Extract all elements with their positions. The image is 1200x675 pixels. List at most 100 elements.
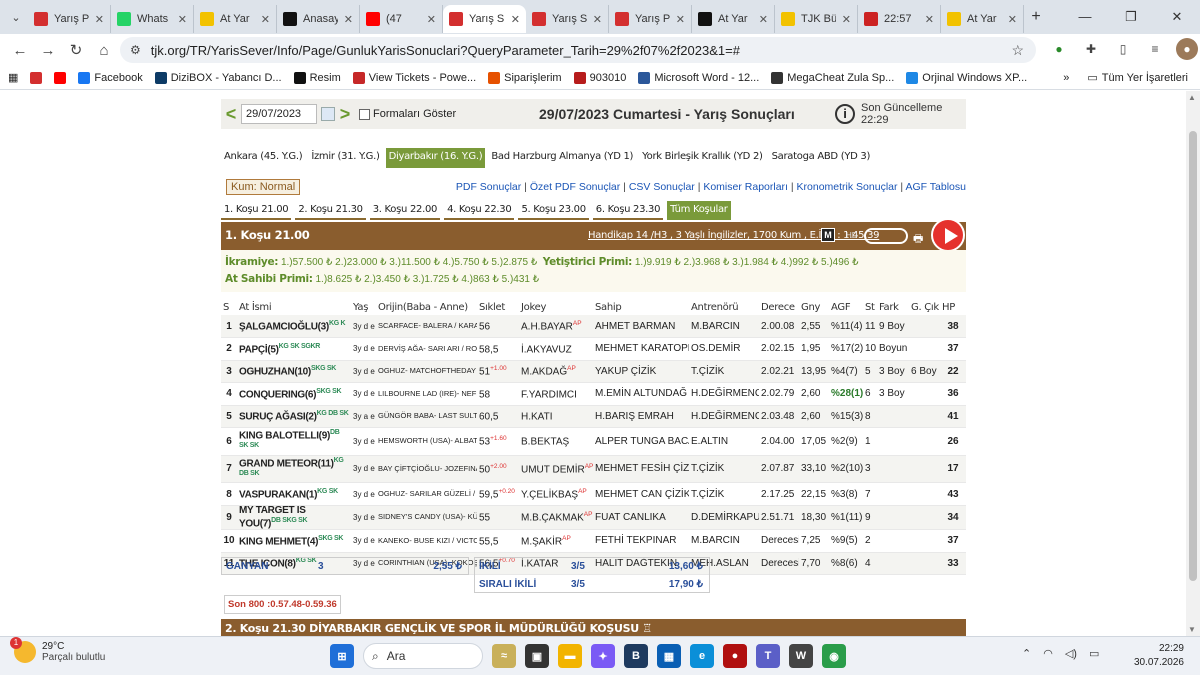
jockey[interactable]: M.B.ÇAKMAK xyxy=(521,513,584,524)
tab-close-icon[interactable]: ✕ xyxy=(261,13,270,26)
jockey-cell[interactable]: M.B.ÇAKMAKAP xyxy=(519,505,593,531)
trainer[interactable]: T.ÇİZİK xyxy=(689,455,759,484)
tab-close-icon[interactable]: ✕ xyxy=(676,13,685,26)
page-scrollbar[interactable]: ▲ ▼ xyxy=(1186,91,1200,636)
column-header[interactable]: Fark xyxy=(877,299,909,315)
browser-tab[interactable]: Yarış P ✕ xyxy=(609,5,692,33)
jockey[interactable]: M.ŞAKİR xyxy=(521,536,562,547)
game-app-icon[interactable]: ● xyxy=(723,644,747,668)
bookmark-item[interactable]: View Tickets - Powe... xyxy=(352,71,476,84)
result-link[interactable]: AGF Tablosu xyxy=(905,181,966,193)
jockey[interactable]: H.KATI xyxy=(521,411,552,422)
chrome-icon[interactable]: ◉ xyxy=(822,644,846,668)
bookmark-item[interactable]: Orjinal Windows XP... xyxy=(906,71,1027,84)
city-tab[interactable]: Saratoga ABD (YD 3) xyxy=(768,148,874,168)
jockey[interactable]: İ.AKYAVUZ xyxy=(521,344,572,355)
owner[interactable]: MEHMET CAN ÇİZİK xyxy=(593,482,689,506)
race-tab[interactable]: 2. Koşu 21.30 xyxy=(295,201,366,220)
result-link[interactable]: Kronometrik Sonuçlar xyxy=(797,181,898,193)
horse-origin[interactable]: BAY ÇİFTÇİOĞLU- JOZEFINA / BİN AJWAAD (I… xyxy=(376,455,477,484)
jockey[interactable]: B.BEKTAŞ xyxy=(521,436,569,447)
bookmarks-more-button[interactable]: » xyxy=(1063,72,1069,84)
trainer[interactable]: D.DEMİRKAPU xyxy=(689,505,759,531)
horse-name[interactable]: OGHUZHAN(10) xyxy=(239,366,311,377)
horse-cell[interactable]: OGHUZHAN(10)SKG SK xyxy=(237,360,351,383)
horse-name[interactable]: SURUÇ AĞASI(2) xyxy=(239,411,317,422)
next-day-arrow-icon[interactable]: > xyxy=(335,104,355,125)
column-header[interactable]: AGF xyxy=(829,299,863,315)
owner[interactable]: M.EMİN ALTUNDAĞ xyxy=(593,382,689,406)
jockey-cell[interactable]: M.AKDAĞAP xyxy=(519,360,593,383)
toggle-pill[interactable] xyxy=(864,228,908,244)
horse-name[interactable]: KING MEHMET(4) xyxy=(239,536,318,547)
owner[interactable]: MEHMET KARATOPRAK xyxy=(593,337,689,361)
close-window-icon[interactable]: ✕ xyxy=(1154,0,1200,34)
new-tab-button[interactable]: + xyxy=(1024,8,1048,26)
browser-tab[interactable]: At Yar ✕ xyxy=(194,5,277,33)
horse-cell[interactable]: KING BALOTELLI(9)DB SK SK xyxy=(237,427,351,456)
city-tab[interactable]: Ankara (45. Y.G.) xyxy=(221,148,306,168)
battery-icon[interactable]: ▭ xyxy=(1089,647,1099,660)
calendar-icon[interactable] xyxy=(321,107,335,121)
horse-origin[interactable]: OGHUZ- SARILAR GÜZELİ / MUJTAHID (USA) xyxy=(376,482,477,506)
browser-tab[interactable]: Whats ✕ xyxy=(111,5,194,33)
column-header[interactable]: Antrenörü xyxy=(689,299,759,315)
minimize-icon[interactable]: — xyxy=(1062,0,1108,34)
race-tab[interactable]: Tüm Koşular xyxy=(667,201,731,220)
tab-close-icon[interactable]: ✕ xyxy=(95,13,104,26)
bookmark-item[interactable]: DiziBOX - Yabancı D... xyxy=(154,71,282,84)
race-tab[interactable]: 6. Koşu 23.30 xyxy=(592,201,664,220)
browser-tab[interactable]: Yarış P ✕ xyxy=(28,5,111,33)
horse-origin[interactable]: DERVİŞ AĞA- SARI ARI / ROYAL ABJAR (USA) xyxy=(376,337,477,361)
horse-origin[interactable]: KANEKO- BUSE KIZI / VICTORY GALLOP (CAN) xyxy=(376,529,477,553)
jockey[interactable]: UMUT DEMİR xyxy=(521,464,585,475)
horse-cell[interactable]: KING MEHMET(4)SKG SK xyxy=(237,529,351,553)
tray-expand-icon[interactable]: ⌃ xyxy=(1022,647,1031,660)
column-header[interactable]: S xyxy=(221,299,237,315)
reload-icon[interactable]: ↻ xyxy=(62,41,90,59)
city-tab[interactable]: İzmir (31. Y.G.) xyxy=(308,148,383,168)
owner[interactable]: H.BARIŞ EMRAH xyxy=(593,405,689,428)
file-explorer-icon[interactable]: ▬ xyxy=(558,644,582,668)
jockey-cell[interactable]: F.YARDIMCI xyxy=(519,382,593,406)
trainer[interactable]: E.ALTIN xyxy=(689,427,759,456)
column-header[interactable]: Derece xyxy=(759,299,799,315)
owner[interactable]: AHMET BARMAN xyxy=(593,315,689,338)
tab-close-icon[interactable]: ✕ xyxy=(759,13,768,26)
trainer[interactable]: H.DEĞİRMENCİ xyxy=(689,382,759,406)
site-info-icon[interactable]: ⚙ xyxy=(130,43,141,57)
weather-widget[interactable]: 1 29°C Parçalı bulutlu xyxy=(10,637,105,663)
column-header[interactable]: Jokey xyxy=(519,299,593,315)
horse-origin[interactable]: LILBOURNE LAD (IRE)- NEFESKESEN / NITRO … xyxy=(376,382,477,406)
tab-close-icon[interactable]: ✕ xyxy=(344,13,353,26)
race-tab[interactable]: 3. Koşu 22.00 xyxy=(369,201,441,220)
jockey-cell[interactable]: İ.AKYAVUZ xyxy=(519,337,593,361)
forward-icon[interactable]: → xyxy=(34,42,62,59)
browser-tab[interactable]: At Yar ✕ xyxy=(941,5,1024,33)
city-tab[interactable]: Diyarbakır (16. Y.G.) xyxy=(385,148,486,168)
show-forms-checkbox[interactable] xyxy=(359,108,370,120)
browser-tab[interactable]: At Yar ✕ xyxy=(692,5,775,33)
result-link[interactable]: PDF Sonuçlar xyxy=(456,181,521,193)
home-icon[interactable]: ⌂ xyxy=(90,42,118,59)
tab-close-icon[interactable]: ✕ xyxy=(842,13,851,26)
column-header[interactable]: At İsmi xyxy=(237,299,351,315)
tab-close-icon[interactable]: ✕ xyxy=(925,13,934,26)
jockey[interactable]: A.H.BAYAR xyxy=(521,321,573,332)
tab-search-icon[interactable]: ⌄ xyxy=(4,5,28,29)
horse-cell[interactable]: GRAND METEOR(11)KG DB SK xyxy=(237,455,351,484)
result-link[interactable]: CSV Sonuçlar xyxy=(629,181,695,193)
copilot-icon[interactable]: ✦ xyxy=(591,644,615,668)
tab-close-icon[interactable]: ✕ xyxy=(178,13,187,26)
horse-origin[interactable]: SCARFACE- BALERA / KARABEYHAN (GB) xyxy=(376,315,477,338)
tab-close-icon[interactable]: ✕ xyxy=(427,13,436,26)
bookmark-item[interactable]: MegaCheat Zula Sp... xyxy=(771,71,894,84)
city-tab[interactable]: Bad Harzburg Almanya (YD 1) xyxy=(488,148,637,168)
horse-cell[interactable]: ŞALGAMCIOĞLU(3)KG K xyxy=(237,315,351,338)
trainer[interactable]: T.ÇİZİK xyxy=(689,360,759,383)
bookmark-item[interactable]: Microsoft Word - 12... xyxy=(638,71,759,84)
start-icon[interactable]: ⊞ xyxy=(330,644,354,668)
horse-name[interactable]: GRAND METEOR(11) xyxy=(239,458,334,469)
tab-close-icon[interactable]: ✕ xyxy=(511,13,520,26)
race-tab[interactable]: 4. Koşu 22.30 xyxy=(444,201,515,220)
